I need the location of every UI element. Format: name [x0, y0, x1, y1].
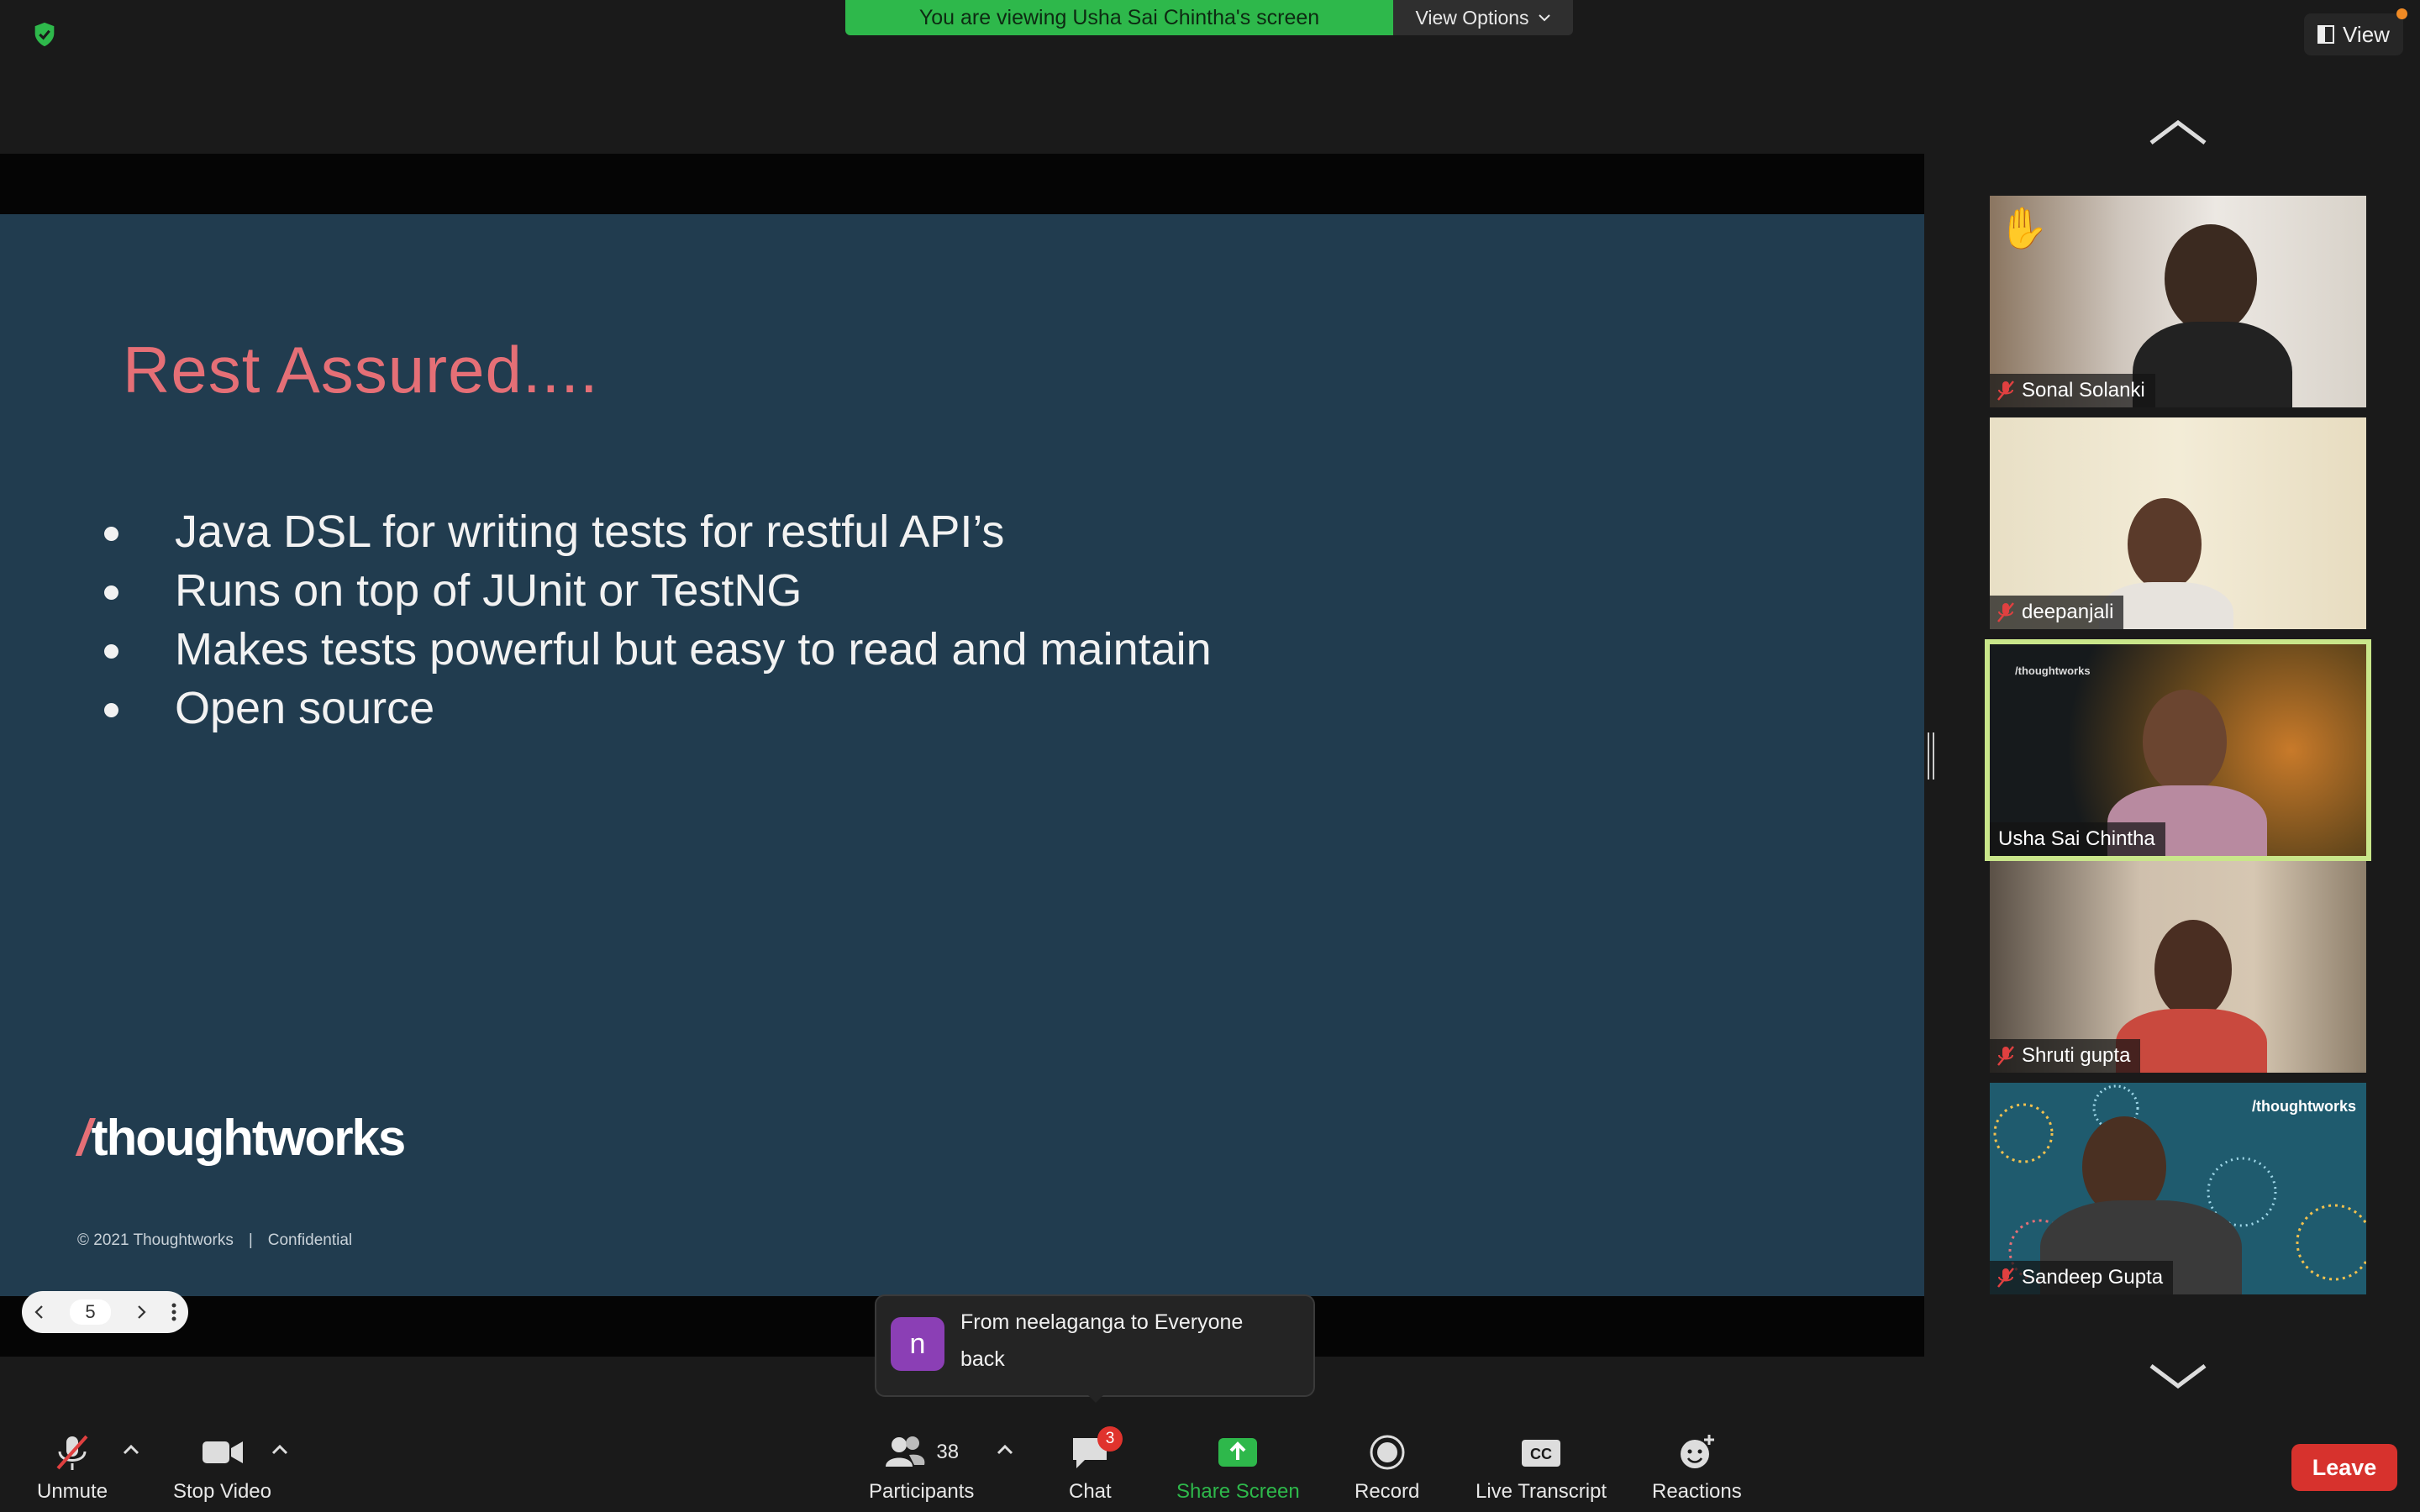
record-button[interactable]: Record	[1355, 1433, 1419, 1504]
live-transcript-label: Live Transcript	[1476, 1480, 1607, 1503]
video-options-caret-icon[interactable]	[270, 1443, 290, 1457]
muted-mic-icon	[1997, 602, 2014, 622]
layout-icon	[2317, 25, 2335, 44]
participants-icon-group: 38	[884, 1433, 959, 1472]
svg-text:CC: CC	[1530, 1446, 1552, 1462]
reactions-button[interactable]: Reactions	[1652, 1433, 1742, 1504]
view-options-label: View Options	[1415, 6, 1529, 29]
shared-screen-letterbox-top	[0, 154, 1924, 214]
slide-footer: © 2021 Thoughtworks | Confidential	[77, 1231, 352, 1250]
participant-name-label: Shruti gupta	[1990, 1039, 2141, 1073]
participant-name-label: Usha Sai Chintha	[1990, 822, 2165, 856]
footer-separator: |	[248, 1231, 253, 1249]
add-reaction-icon	[1681, 1435, 1715, 1468]
stop-video-button[interactable]: Stop Video	[173, 1433, 271, 1504]
participant-tile[interactable]: ✋ Sonal Solanki	[1990, 196, 2366, 407]
scroll-up-chevron-icon[interactable]	[2148, 118, 2208, 148]
participant-name-label: Sonal Solanki	[1990, 374, 2155, 407]
closed-caption-icon: CC	[1522, 1440, 1561, 1467]
participant-name: deepanjali	[2022, 601, 2114, 623]
participant-tile-active-speaker[interactable]: /thoughtworks Usha Sai Chintha	[1985, 639, 2371, 861]
participant-video-body	[2133, 322, 2292, 407]
background-logo: /thoughtworks	[2015, 664, 2091, 677]
participant-name: Sandeep Gupta	[2022, 1266, 2164, 1289]
record-icon	[1370, 1435, 1405, 1470]
participant-name: Shruti gupta	[2022, 1044, 2131, 1067]
participants-label: Participants	[869, 1480, 975, 1503]
chat-notification-sender: From neelaganga to Everyone	[960, 1310, 1244, 1334]
thoughtworks-logo: /thoughtworks	[77, 1110, 407, 1166]
live-transcript-button[interactable]: CC Live Transcript	[1476, 1433, 1607, 1504]
slide-bullet: Makes tests powerful but easy to read an…	[101, 620, 1212, 679]
confidential-text: Confidential	[267, 1231, 353, 1249]
muted-microphone-icon	[56, 1435, 88, 1470]
slide-bullet: Open source	[101, 679, 1212, 738]
leave-meeting-button[interactable]: Leave	[2291, 1444, 2397, 1491]
security-shield-icon[interactable]	[30, 20, 59, 49]
slide-bullet: Java DSL for writing tests for restful A…	[101, 502, 1212, 561]
reactions-label: Reactions	[1652, 1480, 1742, 1503]
participant-tile[interactable]: deepanjali	[1990, 417, 2366, 629]
participants-options-caret-icon[interactable]	[995, 1443, 1015, 1457]
participant-tile[interactable]: /thoughtworks Sandeep Gupta	[1990, 1083, 2366, 1294]
unmute-label: Unmute	[37, 1480, 108, 1503]
stop-video-label: Stop Video	[173, 1480, 271, 1503]
participant-name-label: Sandeep Gupta	[1990, 1261, 2174, 1294]
view-button-label: View	[2343, 21, 2390, 47]
participants-button[interactable]: 38 Participants	[869, 1433, 974, 1504]
participant-name: Usha Sai Chintha	[1998, 827, 2155, 850]
chat-sender-avatar: n	[891, 1317, 944, 1371]
participant-tile[interactable]: Shruti gupta	[1990, 861, 2366, 1073]
raised-hand-icon: ✋	[1998, 207, 2049, 251]
view-button[interactable]: View	[2304, 13, 2403, 55]
participant-video	[2128, 498, 2202, 591]
slide-navigator: 5	[22, 1291, 188, 1333]
share-screen-icon	[1218, 1438, 1258, 1467]
slide-bullet-list: Java DSL for writing tests for restful A…	[101, 502, 1212, 738]
slide-page-number: 5	[70, 1299, 111, 1325]
slide-bullet: Runs on top of JUnit or TestNG	[101, 561, 1212, 620]
chat-label: Chat	[1069, 1480, 1112, 1503]
chat-notification-message: back	[960, 1347, 1005, 1371]
chevron-down-icon	[1538, 14, 1550, 22]
muted-mic-icon	[1997, 1268, 2014, 1288]
view-options-button[interactable]: View Options	[1393, 0, 1573, 35]
share-screen-button[interactable]: Share Screen	[1176, 1433, 1300, 1504]
participant-video	[2154, 920, 2232, 1019]
chat-popup-pointer	[1084, 1391, 1107, 1403]
scroll-down-chevron-icon[interactable]	[2148, 1361, 2208, 1391]
participant-video	[2165, 224, 2257, 333]
audio-options-caret-icon[interactable]	[121, 1443, 141, 1457]
unmute-button[interactable]: Unmute	[37, 1433, 108, 1504]
more-options-icon[interactable]	[171, 1303, 176, 1321]
participants-count: 38	[936, 1441, 960, 1463]
viewing-screen-banner: You are viewing Usha Sai Chintha's scree…	[845, 0, 1393, 35]
participant-name: Sonal Solanki	[2022, 379, 2145, 402]
next-slide-icon[interactable]	[135, 1305, 147, 1320]
share-screen-label: Share Screen	[1176, 1480, 1300, 1503]
muted-mic-icon	[1997, 1046, 2014, 1066]
participants-icon	[886, 1436, 925, 1467]
background-logo: /thoughtworks	[2252, 1098, 2356, 1115]
participant-video	[2143, 690, 2227, 794]
previous-slide-icon[interactable]	[34, 1305, 45, 1320]
video-camera-icon	[202, 1441, 243, 1463]
copyright-text: © 2021 Thoughtworks	[77, 1231, 234, 1249]
slide-title: Rest Assured....	[123, 333, 599, 407]
logo-text: thoughtworks	[91, 1110, 407, 1166]
muted-mic-icon	[1997, 381, 2014, 401]
record-label: Record	[1355, 1480, 1420, 1503]
panel-resize-handle[interactable]	[1928, 732, 1934, 780]
participant-name-label: deepanjali	[1990, 596, 2124, 629]
chat-unread-badge: 3	[1097, 1426, 1123, 1452]
banner-text: You are viewing Usha Sai Chintha's scree…	[918, 5, 1320, 29]
notification-dot	[2396, 8, 2407, 19]
